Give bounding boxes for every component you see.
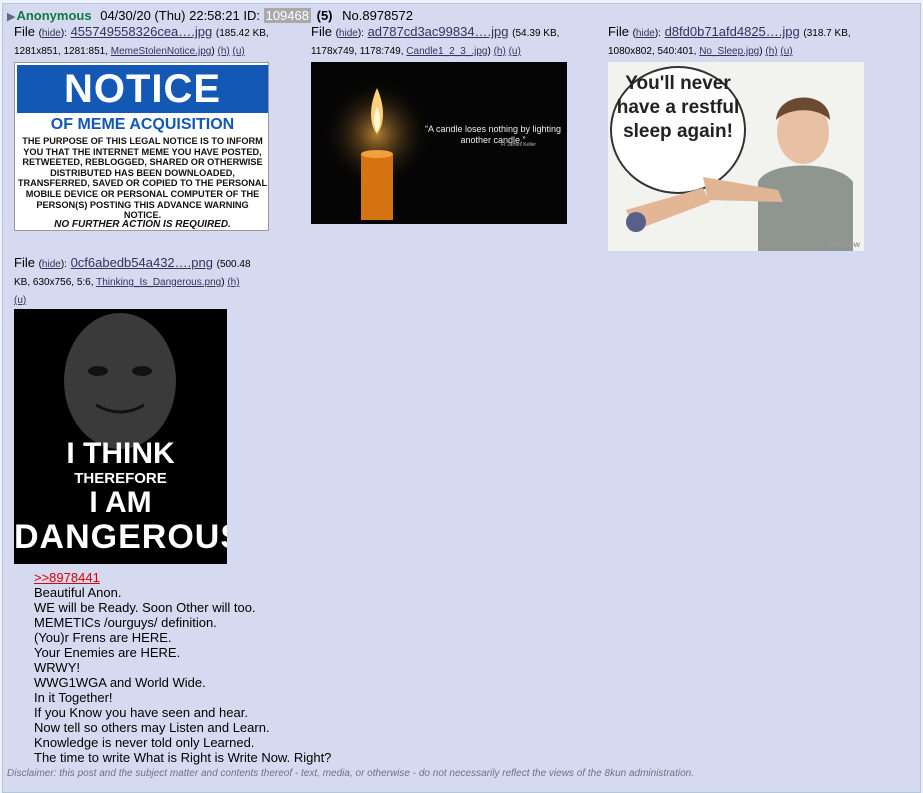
dangerous-text: I THINK THEREFORE I AM DANGEROUS (14, 437, 227, 556)
body-line: WRWY! (34, 660, 80, 675)
body-line: WE will be Ready. Soon Other will too. (34, 600, 256, 615)
body-line: In it Together! (34, 690, 113, 705)
post-intro: ▶Anonymous 04/30/20 (Thu) 22:58:21 ID: 1… (7, 8, 413, 25)
file-2-hide-link[interactable]: hide (339, 28, 358, 39)
file-2-h-link[interactable]: (h) (494, 46, 506, 57)
notice-heading: NOTICE (17, 65, 268, 113)
file-1: File (hide): 455749558326cea….jpg (185.4… (14, 24, 294, 60)
file-3-h-link[interactable]: (h) (765, 46, 777, 57)
file-2-u-link[interactable]: (u) (509, 46, 521, 57)
file-label: File (14, 255, 35, 270)
file-1-original-name[interactable]: MemeStolenNotice.jpg (111, 46, 212, 57)
file-3-hide-link[interactable]: hide (636, 28, 655, 39)
disclaimer-text: Disclaimer: this post and the subject ma… (7, 768, 694, 779)
file-4-u-link[interactable]: (u) (14, 295, 26, 306)
body-line: WWG1WGA and World Wide. (34, 675, 206, 690)
file-3-name-link[interactable]: d8fd0b71afd4825….jpg (665, 24, 800, 39)
body-line: MEMETICs /ourguys/ definition. (34, 615, 217, 630)
file-3-u-link[interactable]: (u) (780, 46, 792, 57)
candle-quote: “A candle loses nothing by lighting anot… (424, 124, 562, 145)
poster-id[interactable]: 109468 (263, 8, 311, 23)
body-line: Knowledge is never told only Learned. (34, 735, 255, 750)
notice-subheading: OF MEME ACQUISITION (50, 116, 235, 133)
file-1-thumbnail[interactable]: NOTICE OF MEME ACQUISITION THE PURPOSE O… (14, 62, 269, 231)
dangerous-line-1: I THINK (66, 437, 175, 470)
file-4-thumbnail[interactable]: I THINK THEREFORE I AM DANGEROUS (14, 309, 227, 564)
file-3-info: File (hide): d8fd0b71afd4825….jpg (318.7… (608, 24, 851, 57)
notice-body: THE PURPOSE OF THIS LEGAL NOTICE IS TO I… (17, 136, 268, 221)
file-4-original-name[interactable]: Thinking_Is_Dangerous.png (96, 277, 221, 288)
reply-quote-link[interactable]: >>8978441 (34, 570, 331, 585)
file-2-original-name[interactable]: Candle1_2_3_.jpg (406, 46, 487, 57)
file-1-hide-link[interactable]: hide (42, 28, 61, 39)
post-datetime: 04/30/20 (Thu) 22:58:21 (100, 8, 240, 23)
body-line: Beautiful Anon. (34, 585, 122, 600)
post-menu-arrow-icon[interactable]: ▶ (7, 11, 15, 23)
file-4: File (hide): 0cf6abedb54a432….png (500.4… (14, 255, 264, 309)
file-4-h-link[interactable]: (h) (227, 277, 239, 288)
post-number-link[interactable]: No.8978572 (342, 8, 413, 23)
file-label: File (14, 24, 35, 39)
file-2-info: File (hide): ad787cd3ac99834….jpg (54.39… (311, 24, 560, 57)
candle-author: Fr James Keller (501, 142, 537, 148)
file-2: File (hide): ad787cd3ac99834….jpg (54.39… (311, 24, 591, 60)
post-container: ▶Anonymous 04/30/20 (Thu) 22:58:21 ID: 1… (2, 3, 921, 793)
body-line: Your Enemies are HERE. (34, 645, 181, 660)
body-line: (You)r Frens are HERE. (34, 630, 172, 645)
file-4-meta: KB, 630x756, 5:6, (14, 277, 94, 288)
file-4-name-link[interactable]: 0cf6abedb54a432….png (71, 255, 213, 270)
post-body: >>8978441 Beautiful Anon. WE will be Rea… (34, 570, 331, 765)
file-4-hide-link[interactable]: hide (42, 259, 61, 270)
body-line: Now tell so others may Listen and Learn. (34, 720, 270, 735)
poster-name: Anonymous (16, 8, 92, 23)
file-label: File (608, 24, 629, 39)
dangerous-line-3: I AM (89, 486, 152, 519)
dangerous-line-4: DANGEROUS (14, 518, 227, 556)
body-line: If you Know you have seen and hear. (34, 705, 248, 720)
file-1-info: File (hide): 455749558326cea….jpg (185.4… (14, 24, 269, 57)
body-line: The time to write What is Right is Write… (34, 750, 332, 765)
file-3-original-name[interactable]: No_Sleep.jpg (699, 46, 759, 57)
poster-post-count: (5) (316, 8, 333, 23)
wikihow-watermark: wikiHow (827, 240, 860, 249)
file-3-thumbnail[interactable]: You'll never have a restful sleep again!… (608, 62, 864, 251)
man-illustration-icon (626, 97, 853, 251)
dangerous-line-2: THEREFORE (74, 470, 167, 487)
file-3: File (hide): d8fd0b71afd4825….jpg (318.7… (608, 24, 888, 60)
file-2-thumbnail[interactable]: “A candle loses nothing by lighting anot… (311, 62, 567, 224)
file-1-u-link[interactable]: (u) (233, 46, 245, 57)
notice-footer: NO FURTHER ACTION IS REQUIRED. (54, 219, 231, 230)
file-1-name-link[interactable]: 455749558326cea….jpg (71, 24, 213, 39)
file-2-name-link[interactable]: ad787cd3ac99834….jpg (368, 24, 509, 39)
file-label: File (311, 24, 332, 39)
file-1-h-link[interactable]: (h) (217, 46, 229, 57)
poster-id-label: ID: (243, 8, 260, 23)
file-4-meta-size: 500.48 (219, 259, 251, 270)
file-4-info: File (hide): 0cf6abedb54a432….png (500.4… (14, 255, 251, 306)
